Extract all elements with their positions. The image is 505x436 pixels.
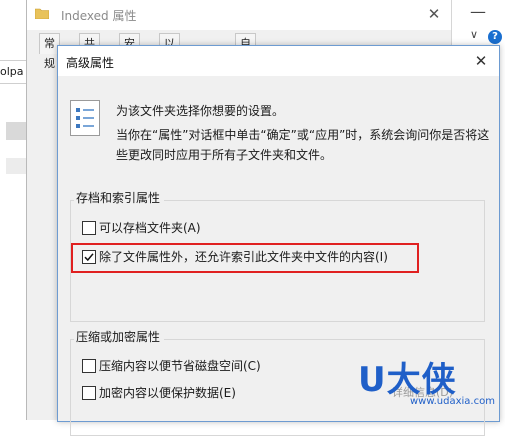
compress-encrypt-group-title: 压缩或加密属性 [74,328,165,345]
minimize-icon[interactable]: — [470,2,486,21]
help-icon[interactable]: ? [488,30,502,44]
selected-list-row[interactable] [6,122,26,140]
address-text: olpa [0,65,24,78]
compress-checkbox-label: 压缩内容以便节省磁盘空间(C) [99,359,261,373]
properties-titlebar: Indexed 属性 ✕ [27,0,451,30]
chevron-down-icon[interactable]: ∨ [470,28,478,41]
archive-index-group-title: 存档和索引属性 [74,189,165,206]
watermark-logo: U大侠 [358,360,457,400]
background-left-window: olpa [0,0,27,420]
folder-icon [35,8,49,19]
dialog-title: 高级属性 [66,56,115,70]
intro-text-line3: 些更改同时应用于所有子文件夹和文件。 [116,148,333,162]
encrypt-checkbox-label: 加密内容以便保护数据(E) [99,386,236,400]
highlight-annotation [71,243,419,273]
encrypt-checkbox[interactable] [82,386,96,400]
settings-document-icon [70,100,100,136]
list-row[interactable] [6,158,26,174]
archive-checkbox-label: 可以存档文件夹(A) [99,221,201,235]
archive-checkbox[interactable] [82,221,96,235]
watermark-url: www.udaxia.com [410,396,495,407]
intro-text: 为该文件夹选择你想要的设置。 [116,104,285,118]
intro-text-line2: 当你在“属性”对话框中单击“确定”或“应用”时，系统会询问你是否将这 [116,128,490,142]
dialog-titlebar: 高级属性 ✕ [58,46,499,76]
compress-checkbox[interactable] [82,359,96,373]
properties-title: Indexed 属性 [61,9,137,23]
close-icon[interactable]: ✕ [468,50,494,72]
close-icon[interactable]: ✕ [421,3,447,25]
address-bar-fragment[interactable]: olpa [0,60,27,84]
